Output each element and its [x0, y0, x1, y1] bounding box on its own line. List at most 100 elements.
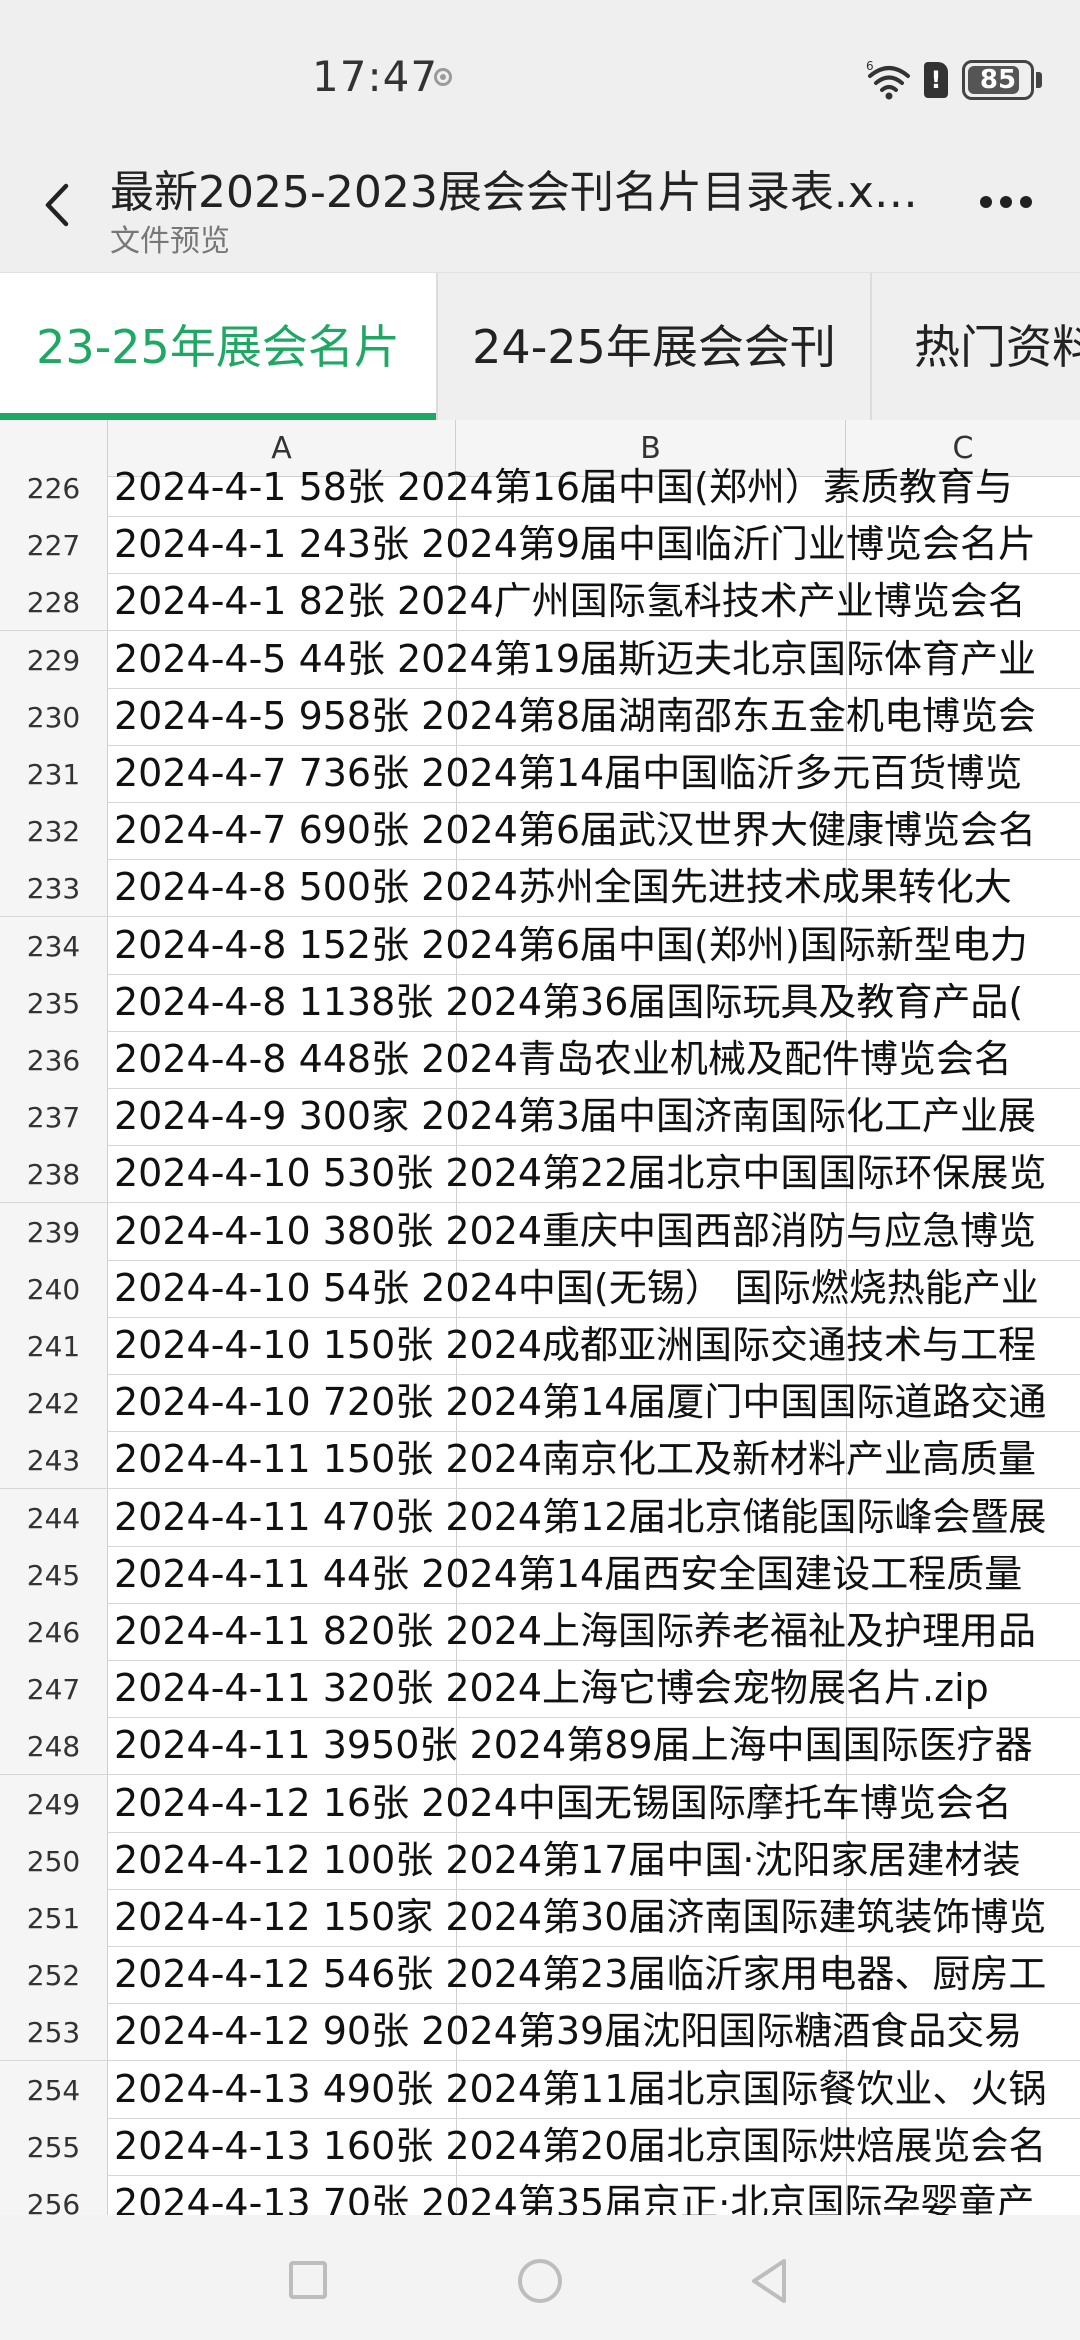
cell-a[interactable]: 2024-4-1 58张 2024第16届中国(郑州）素质教育与	[107, 459, 1080, 516]
table-row[interactable]: 240 2024-4-10 54张 2024中国(无锡） 国际燃烧热能产业	[0, 1259, 1080, 1318]
table-row[interactable]: 233 2024-4-8 500张 2024苏州全国先进技术成果转化大	[0, 859, 1080, 918]
table-row[interactable]: 234 2024-4-8 152张 2024第6届中国(郑州)国际新型电力	[0, 916, 1080, 975]
cell-a[interactable]: 2024-4-10 380张 2024重庆中国西部消防与应急博览	[107, 1203, 1080, 1260]
cell-a[interactable]: 2024-4-13 490张 2024第11届北京国际餐饮业、火锅	[107, 2061, 1080, 2118]
table-row[interactable]: 252 2024-4-12 546张 2024第23届临沂家用电器、厨房工	[0, 1946, 1080, 2005]
cell-a[interactable]: 2024-4-10 530张 2024第22届北京中国国际环保展览	[107, 1145, 1080, 1202]
row-number[interactable]: 231	[0, 745, 108, 802]
table-row[interactable]: 230 2024-4-5 958张 2024第8届湖南邵东五金机电博览会	[0, 687, 1080, 746]
row-number[interactable]: 237	[0, 1088, 108, 1146]
cell-a[interactable]: 2024-4-5 44张 2024第19届斯迈夫北京国际体育产业	[107, 631, 1080, 688]
row-number[interactable]: 232	[0, 802, 108, 860]
cell-a[interactable]: 2024-4-11 470张 2024第12届北京储能国际峰会暨展	[107, 1489, 1080, 1546]
table-row[interactable]: 226 2024-4-1 58张 2024第16届中国(郑州）素质教育与	[0, 459, 1080, 517]
tab-sheet-1[interactable]: 23-25年展会名片	[0, 273, 436, 421]
cell-a[interactable]: 2024-4-7 736张 2024第14届中国临沂多元百货博览	[107, 745, 1080, 802]
row-number[interactable]: 229	[0, 630, 108, 688]
table-row[interactable]: 247 2024-4-11 320张 2024上海它博会宠物展名片.zip	[0, 1660, 1080, 1719]
table-row[interactable]: 256 2024-4-13 70张 2024第35届京正·北京国际孕婴童产	[0, 2175, 1080, 2215]
row-number[interactable]: 256	[0, 2175, 108, 2215]
cell-a[interactable]: 2024-4-11 3950张 2024第89届上海中国国际医疗器	[107, 1717, 1080, 1774]
row-number[interactable]: 247	[0, 1660, 108, 1718]
more-options-icon[interactable]	[980, 196, 1032, 210]
table-row[interactable]: 249 2024-4-12 16张 2024中国无锡国际摩托车博览会名	[0, 1774, 1080, 1833]
table-row[interactable]: 232 2024-4-7 690张 2024第6届武汉世界大健康博览会名	[0, 802, 1080, 861]
recents-button[interactable]	[289, 2261, 327, 2299]
row-number[interactable]: 244	[0, 1488, 108, 1546]
spreadsheet[interactable]: A B C 226 2024-4-1 58张 2024第16届中国(郑州）素质教育…	[0, 420, 1080, 2215]
row-number[interactable]: 227	[0, 516, 108, 574]
home-button[interactable]	[518, 2259, 562, 2303]
cell-a[interactable]: 2024-4-7 690张 2024第6届武汉世界大健康博览会名	[107, 802, 1080, 859]
cell-a[interactable]: 2024-4-13 70张 2024第35届京正·北京国际孕婴童产	[107, 2175, 1080, 2215]
table-row[interactable]: 231 2024-4-7 736张 2024第14届中国临沂多元百货博览	[0, 745, 1080, 803]
tab-sheet-2[interactable]: 24-25年展会会刊	[438, 273, 870, 421]
back-triangle-icon[interactable]	[748, 2257, 790, 2305]
table-row[interactable]: 246 2024-4-11 820张 2024上海国际养老福祉及护理用品	[0, 1603, 1080, 1661]
cell-a[interactable]: 2024-4-9 300家 2024第3届中国济南国际化工产业展	[107, 1088, 1080, 1145]
table-row[interactable]: 242 2024-4-10 720张 2024第14届厦门中国国际道路交通	[0, 1374, 1080, 1433]
table-row[interactable]: 229 2024-4-5 44张 2024第19届斯迈夫北京国际体育产业	[0, 630, 1080, 689]
table-row[interactable]: 244 2024-4-11 470张 2024第12届北京储能国际峰会暨展	[0, 1488, 1080, 1547]
cell-a[interactable]: 2024-4-11 44张 2024第14届西安全国建设工程质量	[107, 1546, 1080, 1603]
table-row[interactable]: 235 2024-4-8 1138张 2024第36届国际玩具及教育产品(	[0, 973, 1080, 1032]
table-row[interactable]: 239 2024-4-10 380张 2024重庆中国西部消防与应急博览	[0, 1202, 1080, 1261]
cell-a[interactable]: 2024-4-10 720张 2024第14届厦门中国国际道路交通	[107, 1374, 1080, 1431]
table-row[interactable]: 248 2024-4-11 3950张 2024第89届上海中国国际医疗器	[0, 1717, 1080, 1776]
row-number[interactable]: 252	[0, 1946, 108, 2004]
cell-a[interactable]: 2024-4-11 320张 2024上海它博会宠物展名片.zip	[107, 1660, 1080, 1717]
cell-a[interactable]: 2024-4-11 150张 2024南京化工及新材料产业高质量	[107, 1431, 1080, 1488]
row-number[interactable]: 250	[0, 1831, 108, 1889]
tab-sheet-3[interactable]: 热门资料	[872, 273, 1080, 421]
back-arrow-icon[interactable]	[34, 180, 84, 230]
row-number[interactable]: 240	[0, 1259, 108, 1317]
cell-a[interactable]: 2024-4-12 16张 2024中国无锡国际摩托车博览会名	[107, 1775, 1080, 1832]
table-row[interactable]: 251 2024-4-12 150家 2024第30届济南国际建筑装饰博览	[0, 1889, 1080, 1947]
table-row[interactable]: 243 2024-4-11 150张 2024南京化工及新材料产业高质量	[0, 1431, 1080, 1490]
row-number[interactable]: 254	[0, 2060, 108, 2118]
cell-a[interactable]: 2024-4-11 820张 2024上海国际养老福祉及护理用品	[107, 1603, 1080, 1660]
row-number[interactable]: 241	[0, 1317, 108, 1374]
table-row[interactable]: 238 2024-4-10 530张 2024第22届北京中国国际环保展览	[0, 1145, 1080, 1204]
cell-a[interactable]: 2024-4-8 500张 2024苏州全国先进技术成果转化大	[107, 859, 1080, 916]
row-number[interactable]: 246	[0, 1603, 108, 1660]
table-row[interactable]: 254 2024-4-13 490张 2024第11届北京国际餐饮业、火锅	[0, 2060, 1080, 2119]
table-row[interactable]: 245 2024-4-11 44张 2024第14届西安全国建设工程质量	[0, 1545, 1080, 1604]
cell-a[interactable]: 2024-4-8 152张 2024第6届中国(郑州)国际新型电力	[107, 917, 1080, 974]
table-row[interactable]: 255 2024-4-13 160张 2024第20届北京国际烘焙展览会名	[0, 2117, 1080, 2176]
row-number[interactable]: 230	[0, 687, 108, 745]
row-number[interactable]: 238	[0, 1145, 108, 1203]
cell-a[interactable]: 2024-4-10 54张 2024中国(无锡） 国际燃烧热能产业	[107, 1260, 1080, 1317]
cell-a[interactable]: 2024-4-8 448张 2024青岛农业机械及配件博览会名	[107, 1031, 1080, 1088]
cell-a[interactable]: 2024-4-12 150家 2024第30届济南国际建筑装饰博览	[107, 1889, 1080, 1946]
row-number[interactable]: 245	[0, 1545, 108, 1603]
row-number[interactable]: 248	[0, 1717, 108, 1775]
cell-a[interactable]: 2024-4-12 546张 2024第23届临沂家用电器、厨房工	[107, 1946, 1080, 2003]
table-row[interactable]: 237 2024-4-9 300家 2024第3届中国济南国际化工产业展	[0, 1088, 1080, 1147]
table-row[interactable]: 236 2024-4-8 448张 2024青岛农业机械及配件博览会名	[0, 1031, 1080, 1089]
row-number[interactable]: 249	[0, 1774, 108, 1832]
row-number[interactable]: 233	[0, 859, 108, 917]
row-number[interactable]: 243	[0, 1431, 108, 1489]
row-number[interactable]: 242	[0, 1374, 108, 1432]
row-number[interactable]: 251	[0, 1889, 108, 1946]
row-number[interactable]: 234	[0, 916, 108, 974]
row-number[interactable]: 228	[0, 573, 108, 631]
table-row[interactable]: 253 2024-4-12 90张 2024第39届沈阳国际糖酒食品交易	[0, 2003, 1080, 2062]
table-row[interactable]: 241 2024-4-10 150张 2024成都亚洲国际交通技术与工程	[0, 1317, 1080, 1375]
row-number[interactable]: 235	[0, 973, 108, 1031]
cell-a[interactable]: 2024-4-8 1138张 2024第36届国际玩具及教育产品(	[107, 974, 1080, 1031]
row-number[interactable]: 255	[0, 2117, 108, 2175]
cell-a[interactable]: 2024-4-5 958张 2024第8届湖南邵东五金机电博览会	[107, 688, 1080, 745]
row-number[interactable]: 253	[0, 2003, 108, 2061]
row-number[interactable]: 226	[0, 459, 108, 516]
cell-a[interactable]: 2024-4-13 160张 2024第20届北京国际烘焙展览会名	[107, 2118, 1080, 2175]
row-number[interactable]: 236	[0, 1031, 108, 1088]
table-row[interactable]: 227 2024-4-1 243张 2024第9届中国临沂门业博览会名片	[0, 516, 1080, 575]
cell-a[interactable]: 2024-4-1 82张 2024广州国际氢科技术产业博览会名	[107, 573, 1080, 630]
cell-a[interactable]: 2024-4-12 90张 2024第39届沈阳国际糖酒食品交易	[107, 2003, 1080, 2060]
table-row[interactable]: 250 2024-4-12 100张 2024第17届中国·沈阳家居建材装	[0, 1831, 1080, 1890]
cell-a[interactable]: 2024-4-1 243张 2024第9届中国临沂门业博览会名片	[107, 516, 1080, 573]
cell-a[interactable]: 2024-4-12 100张 2024第17届中国·沈阳家居建材装	[107, 1832, 1080, 1889]
cell-a[interactable]: 2024-4-10 150张 2024成都亚洲国际交通技术与工程	[107, 1317, 1080, 1374]
